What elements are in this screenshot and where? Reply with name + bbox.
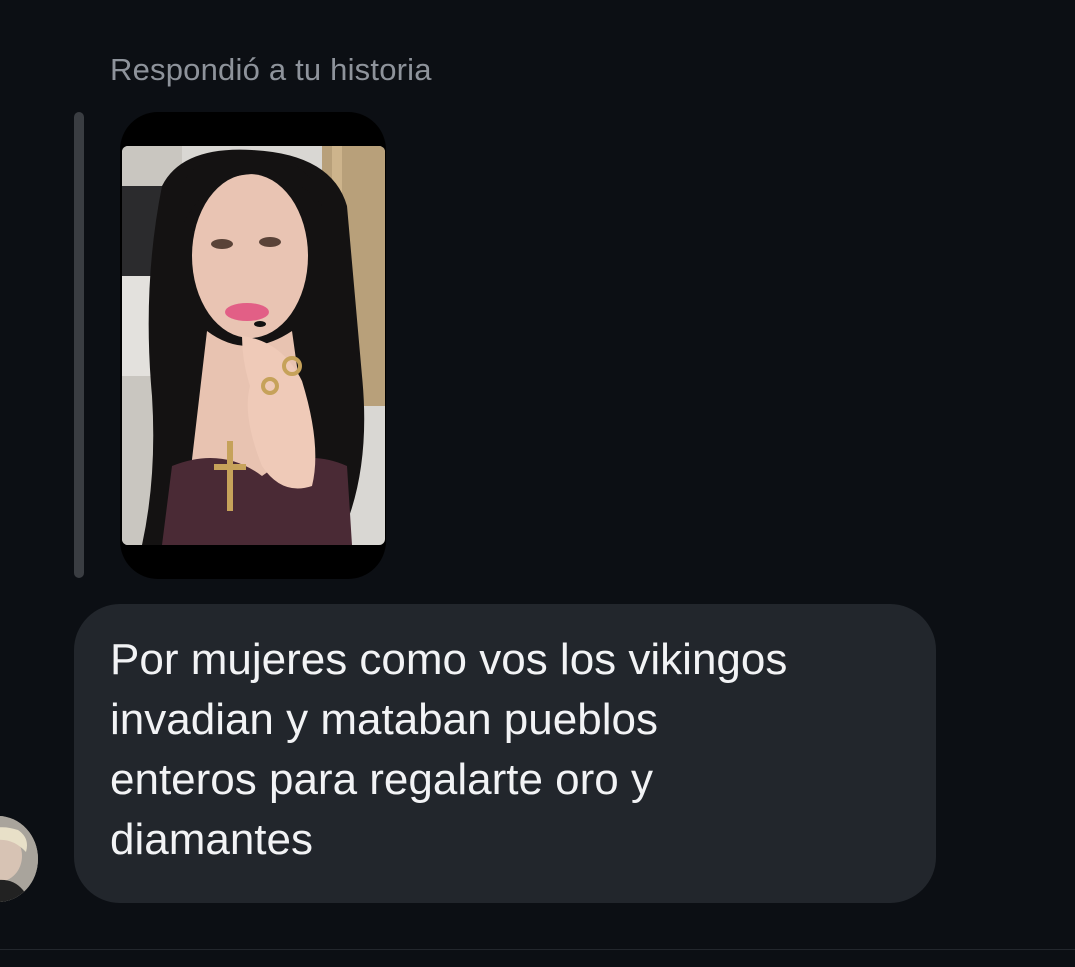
- story-reply-thumbnail[interactable]: [120, 112, 386, 579]
- message-text: Por mujeres como vos los vikingos invadi…: [110, 635, 788, 864]
- reply-context-label: Respondió a tu historia: [110, 52, 432, 87]
- quote-bar: [74, 112, 84, 578]
- bottom-divider: [0, 949, 1075, 950]
- message-bubble[interactable]: Por mujeres como vos los vikingos invadi…: [74, 604, 936, 903]
- story-photo: [122, 146, 385, 545]
- sender-avatar[interactable]: [0, 816, 38, 902]
